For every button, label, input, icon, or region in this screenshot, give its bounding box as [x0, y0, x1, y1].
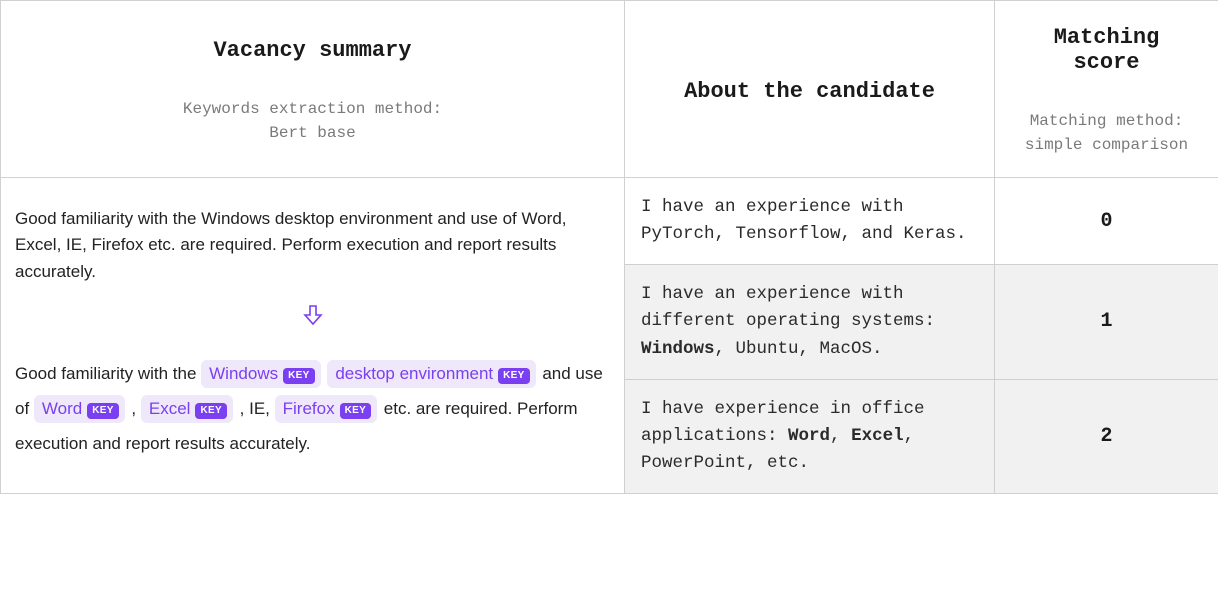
header-score: Matching score Matching method: simple c… [995, 1, 1218, 178]
keyword-chip: WordKEY [34, 395, 125, 423]
vacancy-cell: Good familiarity with the Windows deskto… [1, 178, 625, 494]
score-cell: 0 [995, 178, 1218, 265]
keyword-chip: ExcelKEY [141, 395, 233, 423]
table-row: Good familiarity with the Windows deskto… [1, 178, 1218, 265]
key-badge: KEY [195, 403, 226, 419]
candidate-cell: I have an experience with PyTorch, Tenso… [625, 178, 995, 265]
candidate-cell: I have an experience with different oper… [625, 265, 995, 379]
header-score-title: Matching score [1011, 25, 1202, 75]
comparison-table: Vacancy summary Keywords extraction meth… [0, 0, 1218, 494]
header-candidate: About the candidate [625, 1, 995, 178]
score-cell: 2 [995, 379, 1218, 493]
vacancy-plain-text: Good familiarity with the Windows deskto… [15, 206, 610, 285]
key-badge: KEY [283, 368, 314, 384]
key-badge: KEY [87, 403, 118, 419]
arrow-down-icon [15, 303, 610, 335]
header-vacancy-subtitle: Keywords extraction method: Bert base [17, 97, 608, 145]
keyword-chip: WindowsKEY [201, 360, 320, 388]
key-badge: KEY [340, 403, 371, 419]
candidate-cell: I have experience in office applications… [625, 379, 995, 493]
score-cell: 1 [995, 265, 1218, 379]
header-score-subtitle: Matching method: simple comparison [1011, 109, 1202, 157]
vacancy-annotated-text: Good familiarity with the WindowsKEY des… [15, 357, 610, 461]
key-badge: KEY [498, 368, 529, 384]
keyword-chip: FirefoxKEY [275, 395, 377, 423]
keyword-chip: desktop environmentKEY [327, 360, 535, 388]
header-vacancy: Vacancy summary Keywords extraction meth… [1, 1, 625, 178]
header-candidate-title: About the candidate [641, 79, 978, 104]
header-vacancy-title: Vacancy summary [17, 38, 608, 63]
